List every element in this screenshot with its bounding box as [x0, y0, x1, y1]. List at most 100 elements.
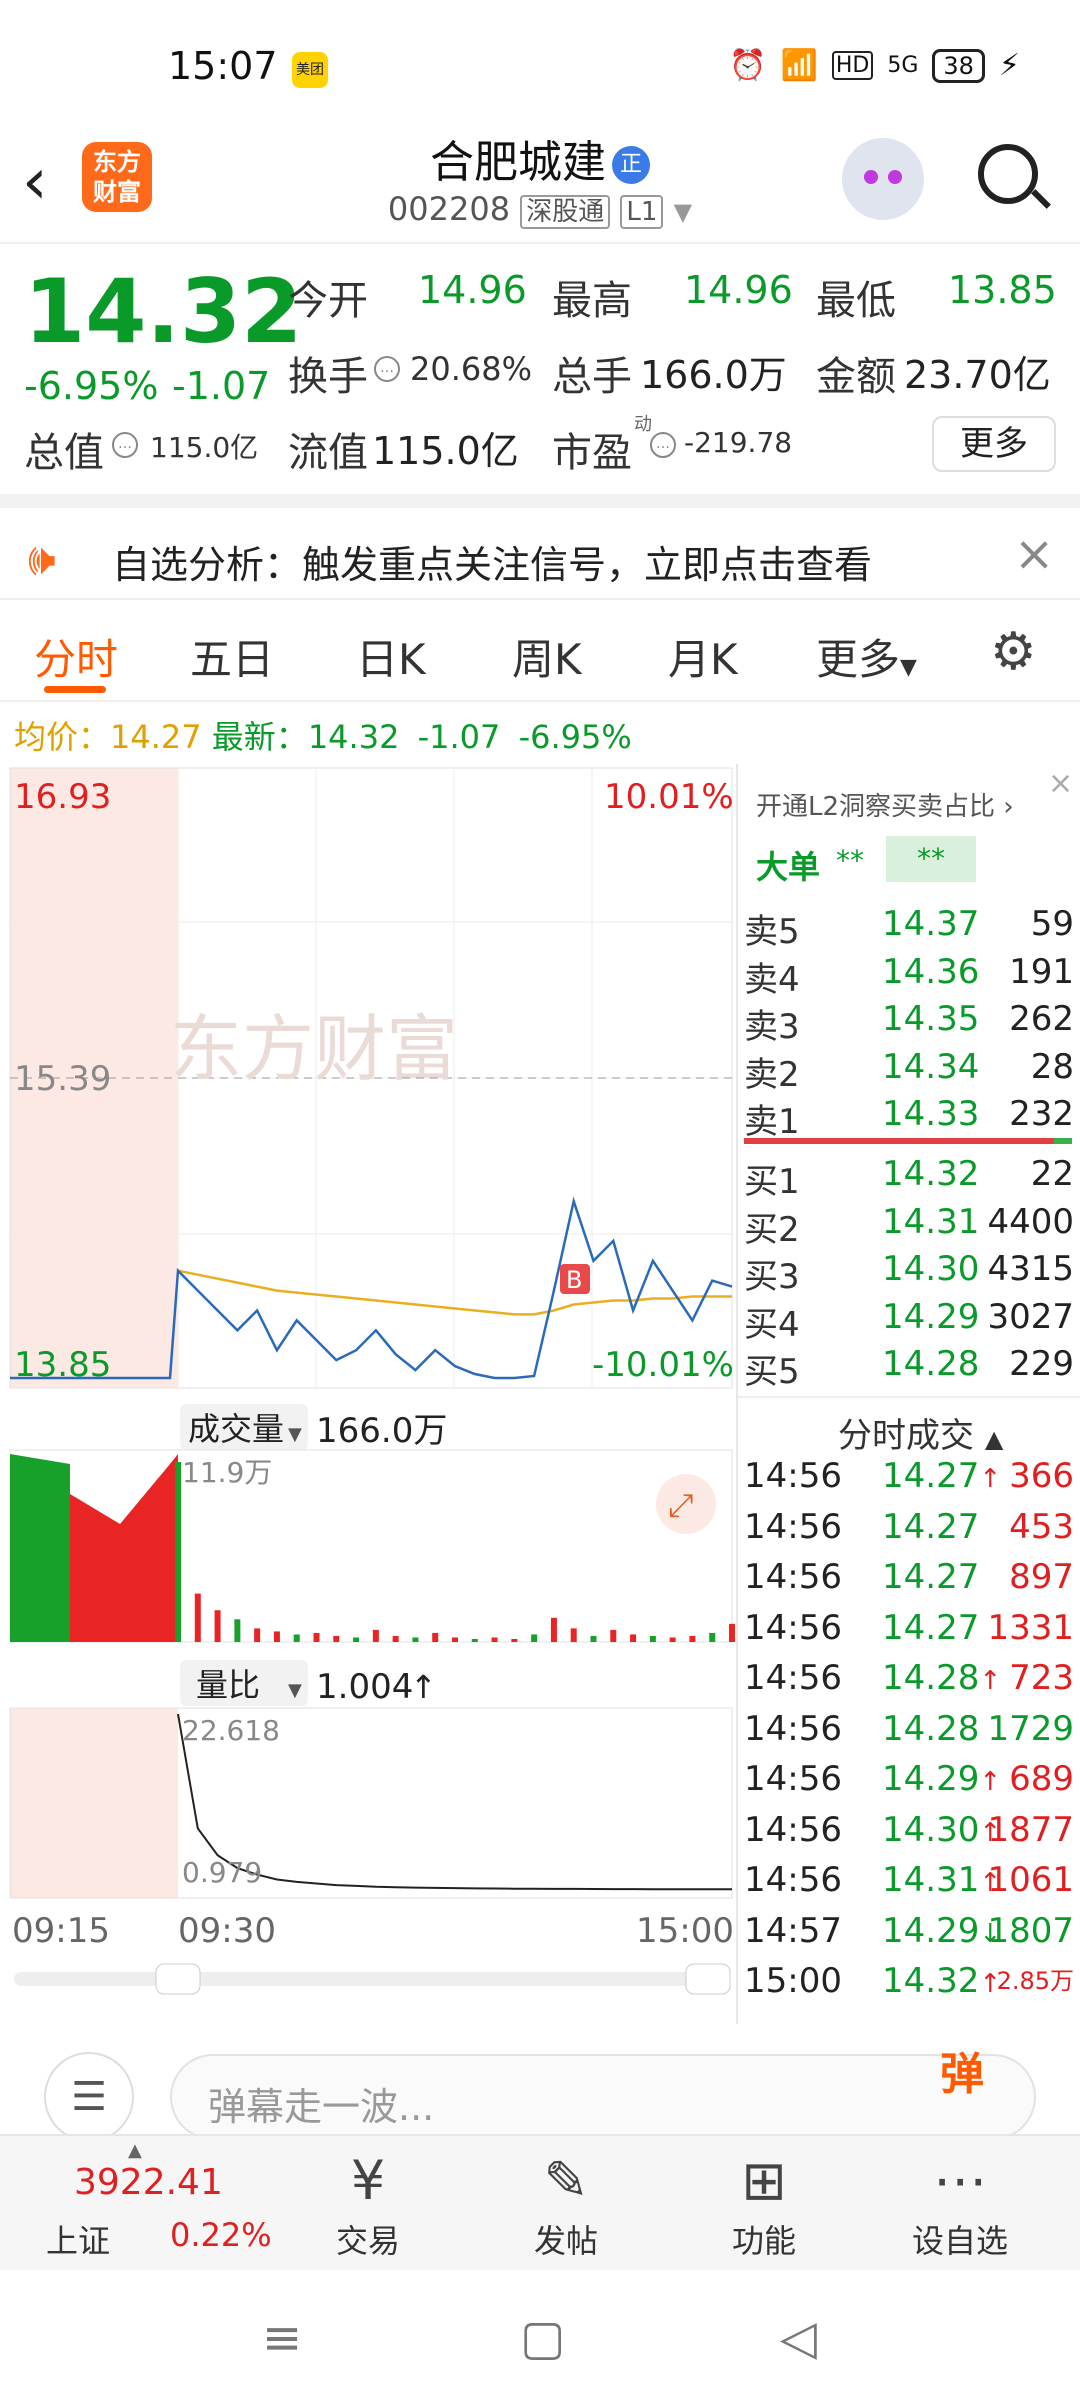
tab-more[interactable]: 更多▼: [816, 626, 917, 687]
wifi-icon: 📶: [780, 48, 818, 83]
volume-bar: [175, 1462, 181, 1642]
bid-row[interactable]: 买3 14.30 4315: [738, 1249, 1080, 1297]
gear-icon[interactable]: ⚙: [990, 622, 1037, 682]
x-label-start: 09:15: [12, 1911, 110, 1951]
tab-monthly-k[interactable]: 月K: [668, 626, 738, 687]
bid-row[interactable]: 买5 14.28 229: [738, 1344, 1080, 1392]
more-button[interactable]: 更多: [932, 416, 1056, 472]
ask-price: 14.33: [882, 1094, 980, 1134]
chart-svg[interactable]: 东方财富 16.93 15.39 13.85 10.01% -10.01% B …: [0, 764, 736, 2014]
dropdown-triangle-icon[interactable]: ▼: [674, 198, 692, 226]
info-icon[interactable]: …: [650, 432, 676, 458]
ask-row[interactable]: 卖5 14.37 59: [738, 904, 1080, 952]
l2-promo-link[interactable]: 开通L2洞察买卖占比 ›: [756, 786, 1014, 823]
close-icon[interactable]: ×: [1048, 766, 1073, 801]
ask-row[interactable]: 卖2 14.34 28: [738, 1047, 1080, 1095]
nav-functions[interactable]: ⊞ 功能: [704, 2146, 824, 2262]
danmaku-toggle-button[interactable]: 弹: [940, 2038, 984, 2102]
big-order-box: **: [886, 836, 976, 882]
ratio-label: 量比: [196, 1666, 260, 1704]
ask-volume: 28: [1030, 1046, 1074, 1087]
tick-row: 14:56 14.30↑ 1877: [738, 1810, 1080, 1862]
notice-text[interactable]: 自选分析：触发重点关注信号，立即点击查看: [112, 534, 872, 589]
info-icon[interactable]: …: [374, 356, 400, 382]
level-tag[interactable]: L1: [620, 195, 664, 229]
bid-price: 14.29: [882, 1296, 980, 1337]
ask-row[interactable]: 卖1 14.33 232: [738, 1094, 1080, 1142]
info-icon[interactable]: …: [112, 432, 138, 458]
home-icon[interactable]: ▢: [520, 2310, 565, 2366]
5g-icon: 5G: [887, 53, 919, 78]
index-value[interactable]: 3922.41: [74, 2162, 223, 2203]
l2-promo-text: 开通L2洞察买卖占比: [756, 792, 996, 822]
big-order-value: **: [836, 844, 864, 877]
more-dots-icon: ⋯: [933, 2149, 987, 2212]
turnover-value: 20.68%: [410, 350, 533, 388]
tick-volume: 1331: [987, 1607, 1074, 1648]
tick-row: 15:00 14.32↑ 2.85万: [738, 1961, 1080, 2013]
search-icon[interactable]: [978, 144, 1038, 204]
caret-up-icon: ▲: [984, 1425, 1004, 1453]
nav-post[interactable]: ✎ 发帖: [506, 2146, 626, 2262]
tick-time: 14:57: [744, 1910, 842, 1951]
back-triangle-icon[interactable]: ◁: [780, 2310, 817, 2366]
caret-up-icon: ▲: [128, 2140, 142, 2161]
ask-row[interactable]: 卖3 14.35 262: [738, 999, 1080, 1047]
tick-time: 15:00: [744, 1961, 842, 2001]
intraday-chart[interactable]: 东方财富 16.93 15.39 13.85 10.01% -10.01% B …: [0, 764, 736, 2014]
bid-row[interactable]: 买1 14.32 22: [738, 1154, 1080, 1202]
bid-row[interactable]: 买2 14.31 4400: [738, 1202, 1080, 1250]
close-icon[interactable]: ×: [1014, 526, 1054, 582]
volume-bar: [590, 1635, 597, 1642]
tick-row: 14:56 14.27 897: [738, 1557, 1080, 1609]
latest-value: 14.32: [307, 718, 400, 756]
index-percent[interactable]: 0.22%: [170, 2216, 272, 2254]
tick-row: 14:56 14.28↑ 723: [738, 1658, 1080, 1710]
ask-label: 卖1: [744, 1102, 800, 1142]
danmaku-input[interactable]: 弹幕走一波...: [170, 2054, 1036, 2140]
ticks-title[interactable]: 分时成交 ▲: [838, 1408, 1003, 1457]
big-order-label: 大单: [756, 848, 821, 886]
bid-price: 14.30: [882, 1249, 980, 1289]
volume-bar: [194, 1593, 201, 1642]
chart-scrollbar[interactable]: [14, 1972, 726, 1986]
nav-add-watchlist[interactable]: ⋯ 设自选: [900, 2146, 1020, 2262]
volume-bar: [709, 1632, 716, 1642]
volume-total: 166.0万: [316, 1411, 447, 1451]
analysis-notice[interactable]: 🕪 自选分析：触发重点关注信号，立即点击查看 ×: [0, 494, 1080, 600]
tab-intraday[interactable]: 分时: [34, 626, 118, 687]
tab-five-day[interactable]: 五日: [190, 626, 274, 687]
ask-label: 卖5: [744, 912, 800, 952]
bid-row[interactable]: 买4 14.29 3027: [738, 1297, 1080, 1345]
volume-bar: [491, 1637, 498, 1642]
assistant-robot-icon[interactable]: [842, 138, 924, 220]
ratio-value: 1.004: [316, 1667, 413, 1707]
volume-bar: [293, 1634, 300, 1642]
tick-row: 14:57 14.29↓ 1807: [738, 1911, 1080, 1963]
tab-weekly-k[interactable]: 周K: [512, 626, 582, 687]
menu-icon[interactable]: ≡: [262, 2310, 302, 2366]
bid-label: 买2: [744, 1209, 800, 1250]
bid-label: 买4: [744, 1304, 800, 1345]
tick-volume: 2.85万: [996, 1967, 1074, 1995]
latest-percent: -6.95%: [518, 718, 632, 756]
y-bottom-label: 13.85: [14, 1345, 111, 1385]
status-icons: ⏰ 📶 HD 5G 38 ⚡: [729, 48, 1020, 83]
turnover-label: 换手: [288, 354, 368, 400]
change-amount: -1.07: [172, 364, 271, 408]
index-name[interactable]: 上证: [46, 2216, 110, 2262]
ask-row[interactable]: 卖4 14.36 191: [738, 952, 1080, 1000]
pct-top-label: 10.01%: [604, 777, 734, 817]
apps-grid-icon: ⊞: [741, 2149, 787, 2212]
scroll-handle-left[interactable]: [155, 1963, 201, 1995]
tick-row: 14:56 14.28 1729: [738, 1709, 1080, 1761]
ask-volume: 232: [1009, 1094, 1074, 1134]
scroll-handle-right[interactable]: [685, 1963, 731, 1995]
latest-label: 最新：: [211, 718, 308, 756]
nav-trade[interactable]: ¥ 交易: [308, 2146, 428, 2262]
volume-bars: [175, 1462, 735, 1642]
y-top-label: 16.93: [14, 777, 111, 817]
active-tab-indicator: [44, 686, 106, 693]
comment-settings-icon[interactable]: ☰: [44, 2052, 134, 2142]
tab-daily-k[interactable]: 日K: [356, 626, 426, 687]
